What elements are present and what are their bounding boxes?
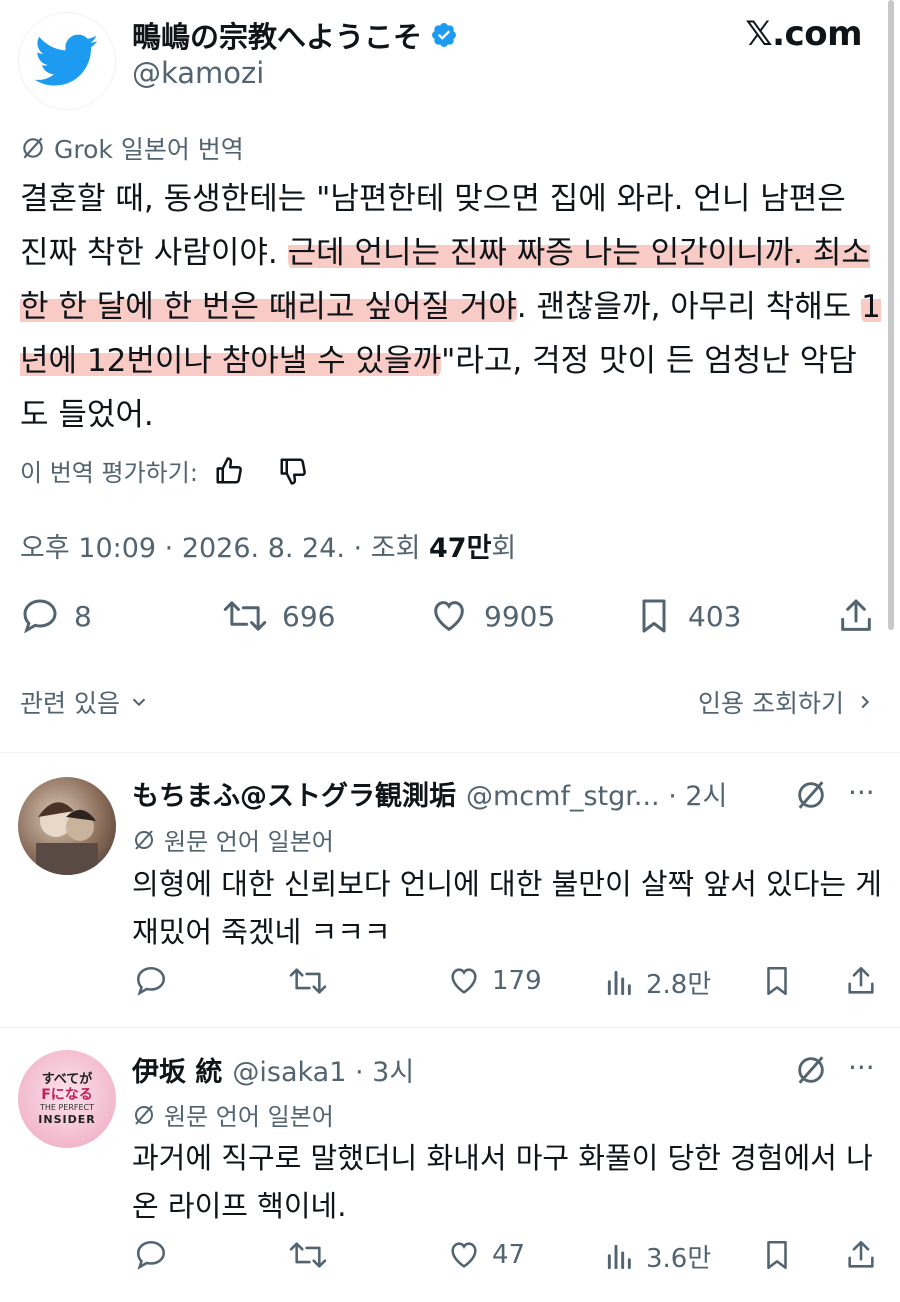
thumbs-down-icon[interactable]: [278, 456, 308, 486]
retweet-icon: [289, 968, 327, 994]
grok-icon: [135, 1104, 153, 1125]
reply-author-handle[interactable]: @mcmf_stgr... · 2시: [466, 774, 727, 813]
user-handle[interactable]: @kamozi: [132, 56, 264, 90]
bar-chart-icon: [607, 1244, 631, 1269]
twitter-bird-icon: [35, 34, 98, 86]
quote-label: 인용 조회하기: [698, 689, 844, 718]
grok-icon: [135, 829, 153, 850]
view-count: 47만: [429, 533, 492, 564]
reply-icon: [23, 599, 57, 634]
site-logo: 𝕏.com: [745, 14, 862, 54]
reply-header: 伊坂 統 @isaka1 · 3시: [132, 1050, 414, 1089]
reply-lang-label[interactable]: 원문 언어 일본어: [132, 822, 334, 857]
share-button[interactable]: [844, 1238, 878, 1272]
grok-translation-label[interactable]: Grok 일본어 번역: [20, 130, 244, 166]
retweet-button[interactable]: [288, 1238, 328, 1272]
reply-icon: [136, 966, 166, 996]
retweet-button[interactable]: [288, 964, 328, 998]
thumbs-up-icon[interactable]: [214, 456, 244, 486]
retweet-icon: [223, 601, 267, 631]
heart-icon: [434, 601, 464, 632]
chevron-down-icon: [132, 698, 146, 707]
like-button[interactable]: 9905: [428, 596, 555, 636]
view-suffix: 회: [491, 533, 517, 564]
reply-button[interactable]: [134, 1238, 168, 1272]
grok-icon[interactable]: [794, 1053, 828, 1087]
bookmark-button[interactable]: 403: [634, 596, 741, 636]
reply-author-name[interactable]: もちまふ@ストグラ観測垢: [132, 774, 456, 813]
tweet-text-part: . 괜찮을까, 아무리 착해도: [516, 289, 862, 325]
divider: [0, 1027, 900, 1028]
reply-avatar[interactable]: [18, 777, 116, 875]
related-toggle[interactable]: 관련 있음: [20, 684, 150, 720]
timestamp[interactable]: 오후 10:09 · 2026. 8. 24. · 조회: [20, 533, 429, 564]
bookmark-count: 403: [688, 599, 742, 633]
view-quotes-link[interactable]: 인용 조회하기: [698, 684, 876, 720]
avatar-text: すべてが: [41, 1072, 93, 1087]
reply-author-handle[interactable]: @isaka1 · 3시: [232, 1050, 414, 1089]
reply-avatar[interactable]: すべてが Fになる THE PERFECT INSIDER: [18, 1050, 116, 1148]
avatar-text: INSIDER: [38, 1113, 96, 1126]
more-options-icon[interactable]: ···: [848, 776, 875, 809]
reply-text: 의형에 대한 신뢰보다 언니에 대한 불만이 살짝 앞서 있다는 게 재밌어 죽…: [132, 867, 882, 949]
share-icon: [848, 966, 874, 994]
grok-icon: [23, 137, 43, 159]
display-name-text[interactable]: 鴫嶋の宗教へようこそ: [132, 14, 422, 56]
scrollbar[interactable]: [888, 0, 894, 630]
anime-avatar-icon: [36, 802, 98, 875]
share-button[interactable]: [836, 596, 876, 636]
bookmark-button[interactable]: [760, 1238, 794, 1272]
reply-lang-label[interactable]: 원문 언어 일본어: [132, 1097, 334, 1132]
like-count: 47: [492, 1240, 526, 1270]
view-count: 2.8만: [646, 970, 712, 1000]
reply-count: 8: [74, 599, 92, 633]
verified-badge-icon: [432, 23, 456, 47]
lang-label-text: 원문 언어 일본어: [164, 828, 334, 856]
heart-icon: [451, 968, 477, 994]
reply-header: もちまふ@ストグラ観測垢 @mcmf_stgr... · 2시: [132, 774, 727, 813]
reply-button[interactable]: [134, 964, 168, 998]
tweet-meta: 오후 10:09 · 2026. 8. 24. · 조회 47만회: [20, 526, 516, 565]
more-options-icon[interactable]: ···: [848, 1051, 875, 1084]
bookmark-icon: [767, 966, 787, 996]
like-button[interactable]: 47: [446, 1238, 525, 1272]
share-button[interactable]: [844, 964, 878, 998]
retweet-count: 696: [282, 599, 336, 633]
like-button[interactable]: 179: [446, 964, 542, 998]
chevron-right-icon: [861, 695, 870, 709]
profile-avatar[interactable]: [18, 12, 116, 110]
grok-icon[interactable]: [794, 778, 828, 812]
bookmark-icon: [767, 1240, 787, 1270]
like-count: 179: [492, 966, 542, 996]
tweet-text: 결혼할 때, 동생한테는 "남편한테 맞으면 집에 와라. 언니 남편은 진짜 …: [20, 172, 882, 442]
divider: [0, 752, 900, 753]
bar-chart-icon: [607, 970, 631, 995]
lang-label-text: 원문 언어 일본어: [164, 1103, 334, 1131]
view-count: 3.6만: [646, 1244, 712, 1274]
bookmark-icon: [642, 599, 666, 633]
like-count: 9905: [484, 599, 556, 633]
avatar-text: Fになる: [41, 1087, 93, 1103]
share-icon: [848, 1240, 874, 1268]
reply-author-name[interactable]: 伊坂 統: [132, 1050, 222, 1089]
heart-icon: [451, 1242, 477, 1268]
rate-label: 이 번역 평가하기:: [20, 459, 198, 487]
views-button[interactable]: 3.6만: [604, 1238, 711, 1275]
retweet-button[interactable]: 696: [222, 596, 335, 636]
reply-button[interactable]: 8: [20, 596, 92, 636]
rate-translation: 이 번역 평가하기:: [20, 453, 308, 488]
bookmark-button[interactable]: [760, 964, 794, 998]
reply-text: 과거에 직구로 말했더니 화내서 마구 화풀이 당한 경험에서 나온 라이프 핵…: [132, 1141, 873, 1223]
display-name[interactable]: 鴫嶋の宗教へようこそ: [132, 14, 458, 56]
avatar-text: THE PERFECT: [39, 1103, 95, 1112]
reply-icon: [136, 1240, 166, 1270]
retweet-icon: [289, 1242, 327, 1268]
related-label: 관련 있음: [20, 689, 120, 718]
grok-label-text: Grok 일본어 번역: [54, 135, 244, 164]
share-icon: [841, 599, 871, 631]
views-button[interactable]: 2.8만: [604, 964, 711, 1001]
